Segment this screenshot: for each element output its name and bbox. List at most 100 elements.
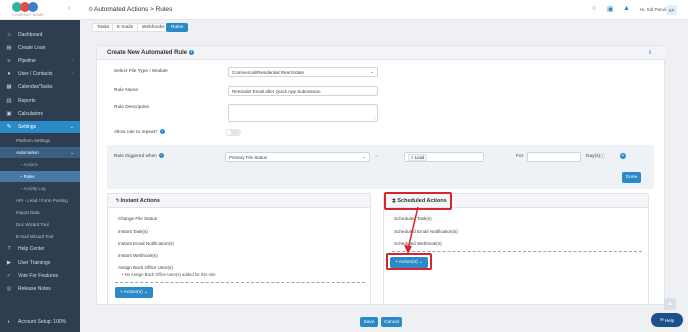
sidebar-item-calculators[interactable]: ▣ Calculators	[0, 108, 80, 120]
sidebar-item-reports[interactable]: ▥ Reports	[0, 95, 80, 107]
sidebar-item-help-center[interactable]: ? Help Center	[0, 243, 80, 255]
tab-emails[interactable]: E-mails	[112, 23, 138, 32]
logo-circle-blue	[28, 2, 38, 12]
info-icon[interactable]: i	[189, 50, 195, 55]
sidebar-item-label: Calculators	[18, 111, 44, 117]
training-icon: ▶	[6, 260, 12, 266]
dashboard-icon: ⌂	[7, 32, 11, 38]
save-button[interactable]: Save	[360, 317, 378, 327]
chevron-down-icon: ⌄	[144, 290, 149, 295]
rule-description-textarea[interactable]: ⟋	[228, 104, 378, 122]
sidebar-item-calendar-tasks[interactable]: ▦ Calendar/Tasks	[0, 81, 80, 93]
sidebar-item-label: Vote For Features	[18, 273, 59, 279]
vote-icon: ✓	[6, 273, 12, 279]
sidebar-sub-api[interactable]: API - Lead / Form Posting	[0, 195, 80, 206]
account-setup-progress[interactable]: ◐ Account Setup: 100%	[0, 316, 80, 328]
tab-webhooks[interactable]: Webhooks	[137, 23, 170, 32]
divider	[115, 282, 365, 283]
info-icon[interactable]: i	[158, 153, 164, 158]
operator-icon[interactable]: ⇔	[374, 153, 380, 159]
sidebar-sub-automation[interactable]: Automation ⌄	[0, 147, 80, 158]
sidebar-item-dashboard[interactable]: ⌂ Dashboard	[0, 29, 80, 41]
sidebar-sub-doc-wizard[interactable]: Doc Wizard Tool	[0, 219, 80, 230]
sidebar-item-label: Calendar/Tasks	[18, 84, 53, 90]
info-icon[interactable]: i	[159, 129, 165, 134]
chat-widget-label: Help	[664, 317, 675, 323]
user-name[interactable]: Hi, Sid Parulio	[640, 7, 669, 12]
collapse-icon[interactable]: ⇕	[648, 50, 652, 56]
chat-widget[interactable]: ✉ Help	[651, 313, 683, 327]
trigger-field-select[interactable]: Primary File Status ⌄	[225, 152, 370, 162]
sidebar-sub-email-wizard[interactable]: E-mail Wizard Tool	[0, 231, 80, 242]
sidebar-sub-label: Automation	[16, 150, 39, 155]
sidebar-sub-import-data[interactable]: Import Data	[0, 207, 80, 218]
file-plus-icon: ▤	[6, 45, 12, 51]
instant-actions-title: ϟ Instant Actions	[116, 198, 160, 204]
sidebar-sub-label: Platform Settings	[16, 138, 51, 143]
sidebar-item-release-notes[interactable]: ◎ Release Notes	[0, 283, 80, 295]
sidebar-item-user-contacts[interactable]: ● User / Contacts ‹	[0, 68, 80, 80]
tab-tasks[interactable]: Tasks	[92, 23, 115, 32]
highlight-box	[386, 253, 432, 270]
chevron-down-icon: ⌄	[70, 149, 74, 155]
sidebar-item-label: Help Center	[18, 246, 45, 252]
sidebar-item-settings[interactable]: ✎ Settings ⌄	[0, 121, 80, 133]
info-icon[interactable]: ⓘ	[600, 153, 605, 160]
sidebar-item-label: User / Contacts	[18, 71, 53, 77]
cancel-button[interactable]: Cancel	[381, 317, 402, 327]
add-instant-action-button[interactable]: + Action(s) ⌄	[115, 287, 153, 298]
file-type-label: Select File Type / Module	[114, 69, 168, 74]
scroll-top-button[interactable]: ▲	[664, 298, 676, 310]
sidebar-item-vote-features[interactable]: ✓ Vote For Features	[0, 270, 80, 282]
allow-repeat-text: Allow rule to repeat?	[114, 130, 158, 135]
chevron-left-icon: ‹	[72, 71, 74, 77]
automation-icon: ⚙	[88, 7, 94, 13]
done-button[interactable]: Done	[622, 172, 641, 183]
instant-action-item[interactable]: Instant Webhook(s)	[118, 253, 158, 258]
instant-action-item[interactable]: Change File Status	[118, 216, 157, 221]
allow-repeat-label: Allow rule to repeat? i	[114, 129, 165, 135]
allow-repeat-toggle[interactable]	[225, 129, 241, 136]
trigger-status-multiselect[interactable]: × Lead	[404, 152, 484, 162]
file-type-select[interactable]: Commercial/Residential Real Estate ⌄	[228, 67, 378, 77]
sidebar-sub-label: Actions	[23, 162, 38, 167]
resize-handle-icon[interactable]: ⟋	[373, 116, 376, 121]
sidebar-item-pipeline[interactable]: ≡ Pipeline ‹	[0, 55, 80, 67]
bell-icon[interactable]: ▲	[623, 5, 630, 12]
arrow-up-icon: ▲	[667, 301, 673, 307]
instant-action-item[interactable]: Assign Back Office User(s)	[118, 265, 173, 270]
sidebar-sub-label: Import Data	[16, 210, 40, 215]
add-condition-button[interactable]: +	[620, 153, 626, 159]
status-chip[interactable]: × Lead	[408, 153, 428, 161]
sidebar-sub-label: E-mail Wizard Tool	[16, 234, 54, 239]
chevron-down-icon: ⌄	[362, 154, 366, 159]
rule-name-input[interactable]: Reminder Email after Quick App Submissio…	[228, 86, 378, 96]
sidebar-subsub-rules[interactable]: – Rules	[0, 171, 80, 182]
search-icon[interactable]: ○	[592, 5, 596, 12]
sidebar-item-user-trainings[interactable]: ▶ User Trainings	[0, 257, 80, 269]
calculator-icon: ▣	[6, 111, 12, 117]
sidebar-item-create-loan[interactable]: ▤ Create Loan	[0, 42, 80, 54]
trigger-label: Rule triggered when i	[114, 153, 164, 159]
days-input[interactable]	[527, 152, 581, 162]
sidebar-subsub-activity-log[interactable]: – Activity Log	[0, 183, 80, 194]
tab-rules[interactable]: Rules	[166, 23, 189, 32]
sidebar-sub-label: Activity Log	[23, 186, 46, 191]
for-label: For	[516, 154, 524, 159]
user-icon: ●	[7, 71, 11, 77]
sidebar-collapse-icon[interactable]: ‹	[68, 5, 70, 12]
sidebar-subsub-actions[interactable]: – Actions	[0, 159, 80, 170]
calendar-icon: ▦	[6, 84, 12, 90]
instant-action-item[interactable]: Instant Email Notification(s)	[118, 241, 174, 246]
instant-action-item[interactable]: Instant Task(s)	[118, 229, 148, 234]
logo-area: COMPANY NAME ‹	[0, 0, 80, 20]
company-logo[interactable]: COMPANY NAME	[10, 2, 44, 18]
annotation-arrow	[404, 206, 419, 254]
sidebar-item-label: Reports	[18, 98, 36, 104]
avatar[interactable]: SP	[666, 5, 677, 15]
chevron-down-icon: ⌄	[370, 69, 374, 74]
notes-icon[interactable]: ▣	[607, 5, 614, 13]
sidebar-item-label: Create Loan	[18, 45, 46, 51]
sidebar-sub-platform-settings[interactable]: Platform Settings	[0, 135, 80, 146]
sidebar-item-label: Pipeline	[18, 58, 36, 64]
